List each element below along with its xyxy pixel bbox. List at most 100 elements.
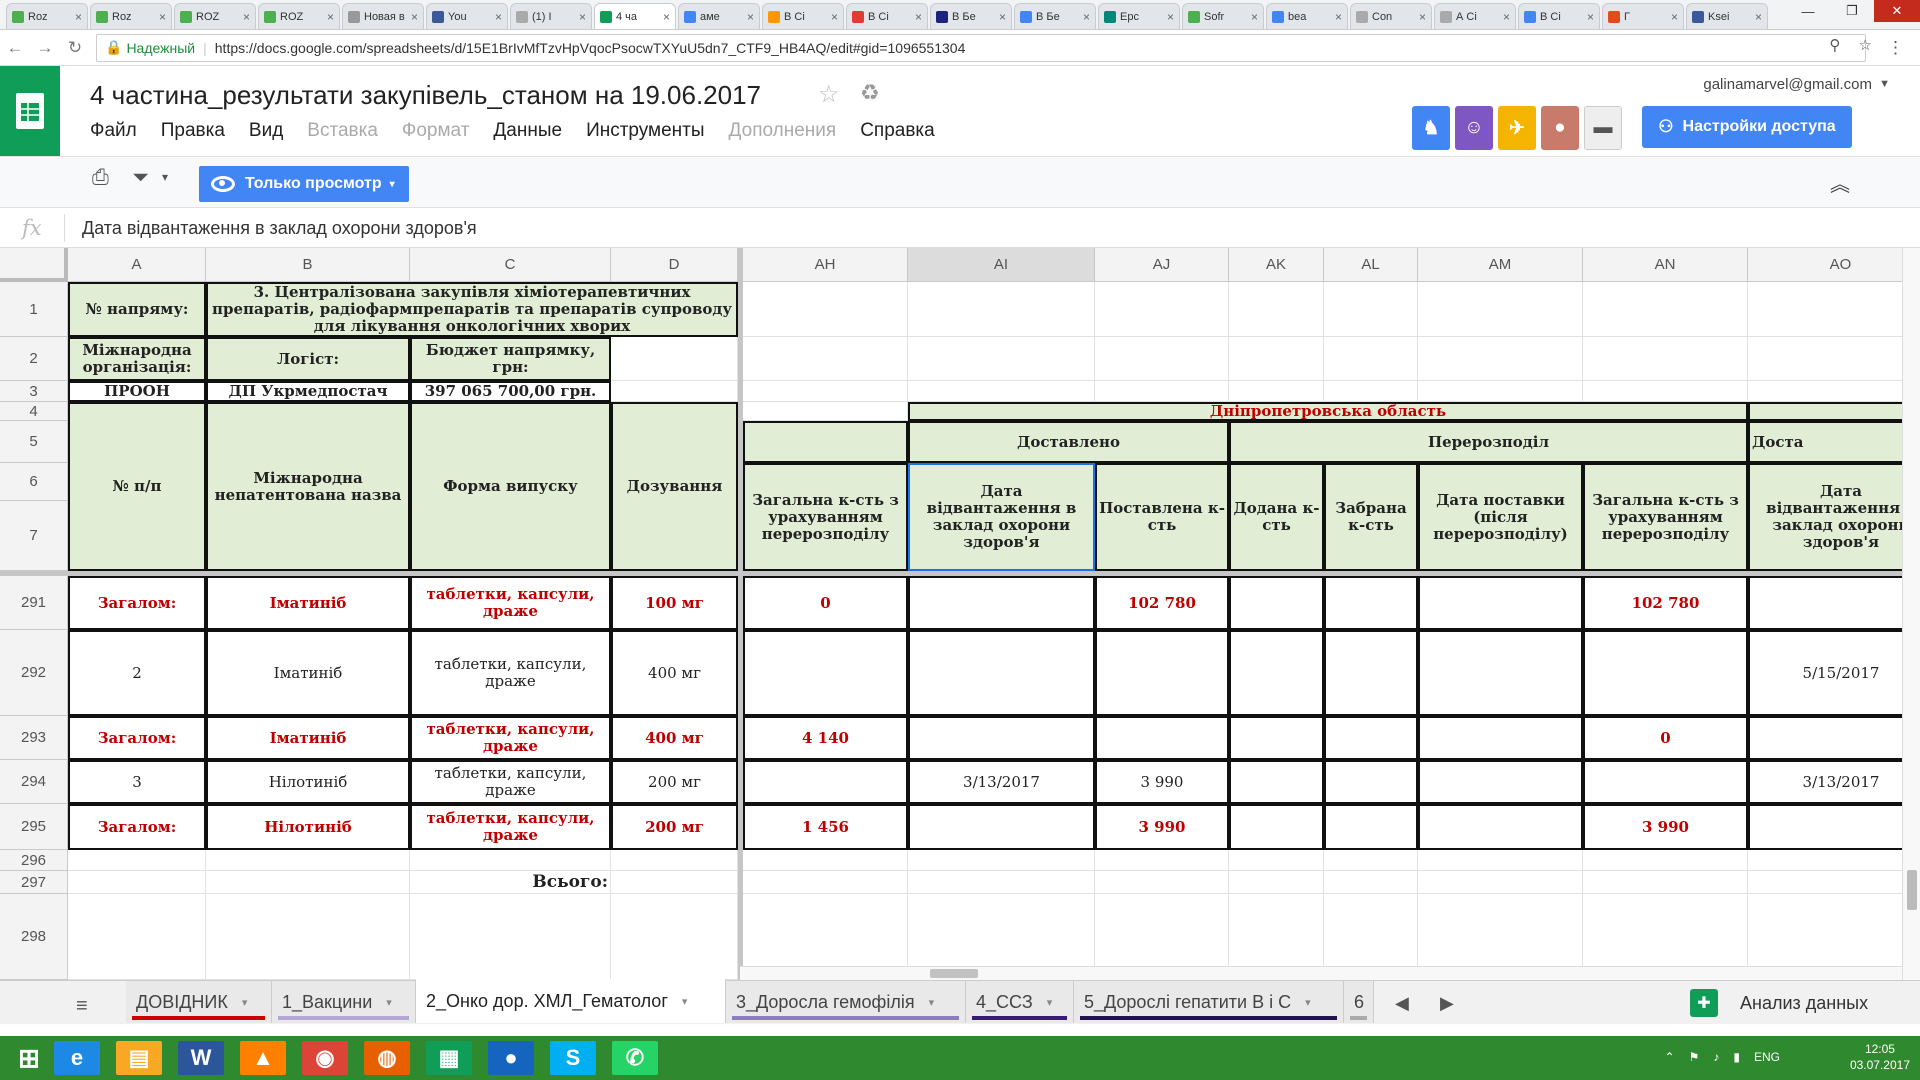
flag-icon[interactable]: ⚑ [1689, 1050, 1700, 1064]
network-icon[interactable]: ▮ [1733, 1050, 1740, 1064]
data-cell-am[interactable] [1418, 716, 1583, 760]
maximize-icon[interactable]: ❐ [1830, 0, 1874, 22]
browser-tab[interactable]: В Бе × [930, 3, 1012, 29]
grid-cell[interactable] [1748, 282, 1920, 337]
grid-cell[interactable] [1583, 337, 1748, 381]
data-cell-an[interactable]: 102 780 [1583, 576, 1748, 630]
row-header[interactable]: 7 [0, 501, 68, 571]
grid-cell[interactable] [1229, 282, 1324, 337]
grid-cell[interactable] [1583, 871, 1748, 894]
grid-cell[interactable] [1748, 381, 1920, 402]
menu-item[interactable]: Правка [161, 120, 225, 142]
delivery-date-header[interactable]: Дата поставки (після перерозподілу) [1418, 463, 1583, 571]
horizontal-scrollbar[interactable] [740, 966, 1902, 980]
data-cell-ah[interactable]: 1 456 [743, 804, 908, 850]
data-cell-ak[interactable] [1229, 630, 1324, 716]
delivered-header[interactable]: Доставлено [908, 421, 1229, 463]
grid-cell[interactable] [908, 337, 1095, 381]
data-cell-ai[interactable] [908, 716, 1095, 760]
data-cell-aj[interactable]: 102 780 [1095, 576, 1229, 630]
sheet-tab[interactable]: 4_ССЗ ▾ [966, 981, 1074, 1023]
tab-close-icon[interactable]: × [327, 10, 334, 24]
data-cell-b[interactable]: Нілотиніб [206, 760, 410, 804]
data-cell-ai[interactable] [908, 576, 1095, 630]
grid-cell[interactable] [743, 282, 908, 337]
collaborator-avatar[interactable]: ♞ [1412, 106, 1450, 150]
budget-value[interactable]: 397 065 700,00 грн. [410, 381, 611, 402]
row-header[interactable]: 293 [0, 716, 68, 760]
sheet-tab[interactable]: ДОВІДНИК ▾ [126, 981, 272, 1023]
grid-cell[interactable] [1418, 871, 1583, 894]
browser-tab[interactable]: Roz × [6, 3, 88, 29]
browser-tab[interactable]: В Бе × [1014, 3, 1096, 29]
browser-tab[interactable]: Новая в × [342, 3, 424, 29]
data-cell-b[interactable]: Нілотиніб [206, 804, 410, 850]
grid-cell[interactable] [206, 850, 410, 871]
menu-item[interactable]: Инструменты [586, 120, 704, 142]
tray-arrow-icon[interactable]: ⌃ [1665, 1050, 1675, 1064]
tab-close-icon[interactable]: × [411, 10, 418, 24]
data-cell-ao[interactable]: 3/13/2017 [1748, 760, 1920, 804]
grid-cell[interactable] [1229, 337, 1324, 381]
grid-cell[interactable] [410, 850, 611, 871]
column-header[interactable]: C [410, 248, 611, 282]
data-cell-d[interactable]: 200 мг [611, 760, 738, 804]
row-header[interactable]: 3 [0, 381, 68, 402]
grid-cell[interactable] [1229, 381, 1324, 402]
taskbar-sheets-icon[interactable]: ▦ [426, 1041, 472, 1075]
data-cell-b[interactable]: Іматиніб [206, 630, 410, 716]
tab-close-icon[interactable]: × [1755, 10, 1762, 24]
total-qty-header[interactable]: Загальна к-сть з урахуванням перерозподі… [743, 463, 908, 571]
np-header[interactable]: № п/п [68, 402, 206, 571]
taskbar-vlc-icon[interactable]: ▲ [240, 1041, 286, 1075]
tab-close-icon[interactable]: × [999, 10, 1006, 24]
grid-cell[interactable] [1324, 381, 1418, 402]
language-indicator[interactable]: ENG [1754, 1050, 1780, 1064]
grid-cell[interactable] [908, 850, 1095, 871]
column-header[interactable]: AH [743, 248, 908, 282]
grid-cell[interactable] [611, 850, 738, 871]
data-cell-a[interactable]: Загалом: [68, 804, 206, 850]
spreadsheet-grid[interactable]: A B C D AH AI AJ AK AL AM AN AO 1 2 3 4 5 6 7 291 292 293 294 2… [0, 248, 1920, 980]
taskbar-skype-icon[interactable]: S [550, 1041, 596, 1075]
browser-tab[interactable]: 4 ча × [594, 3, 676, 29]
grid-cell[interactable] [743, 850, 908, 871]
browser-tab[interactable]: Ksei × [1686, 3, 1768, 29]
row-header[interactable]: 1 [0, 282, 68, 337]
column-header[interactable]: AK [1229, 248, 1324, 282]
data-cell-c[interactable]: таблетки, капсули, драже [410, 630, 611, 716]
grid-cell[interactable] [410, 894, 611, 980]
grid-cell[interactable] [1324, 282, 1418, 337]
data-cell-ai[interactable]: 3/13/2017 [908, 760, 1095, 804]
tab-close-icon[interactable]: × [1503, 10, 1510, 24]
filter-caret-icon[interactable]: ▾ [162, 170, 168, 184]
grid-cell[interactable] [1095, 381, 1229, 402]
row-header[interactable]: 294 [0, 760, 68, 804]
tab-close-icon[interactable]: × [159, 10, 166, 24]
taskbar-chrome-icon[interactable]: ◉ [302, 1041, 348, 1075]
sheet-tab[interactable]: 6 [1344, 981, 1374, 1023]
grid-cell[interactable] [68, 850, 206, 871]
data-cell-al[interactable] [1324, 576, 1418, 630]
data-cell-c[interactable]: таблетки, капсули, драже [410, 576, 611, 630]
collaborator-avatar[interactable]: ● [1541, 106, 1579, 150]
grid-cell[interactable] [1095, 850, 1229, 871]
data-cell-al[interactable] [1324, 804, 1418, 850]
total-qty-header-2[interactable]: Загальна к-сть з урахуванням перерозподі… [1583, 463, 1748, 571]
column-header[interactable]: A [68, 248, 206, 282]
taskbar-word-icon[interactable]: W [178, 1041, 224, 1075]
grid-cell[interactable] [1095, 337, 1229, 381]
back-icon[interactable]: ← [0, 38, 30, 58]
inn-header[interactable]: Міжнародна непатентована назва [206, 402, 410, 571]
comments-icon[interactable]: ▬ [1584, 106, 1622, 150]
taskbar-explorer-icon[interactable]: ▤ [116, 1041, 162, 1075]
zoom-icon[interactable]: ⚲ [1829, 37, 1840, 54]
document-title[interactable]: 4 частина_результати закупівель_станом н… [90, 80, 761, 111]
logist-value[interactable]: ДП Укрмедпостач [206, 381, 410, 402]
grid-cell[interactable] [1583, 282, 1748, 337]
data-cell-aj[interactable] [1095, 630, 1229, 716]
frozen-row-divider[interactable] [0, 571, 1920, 576]
menu-item[interactable]: Вид [249, 120, 283, 142]
data-cell-a[interactable]: Загалом: [68, 716, 206, 760]
sheet-tab-caret-icon[interactable]: ▾ [1047, 996, 1053, 1009]
